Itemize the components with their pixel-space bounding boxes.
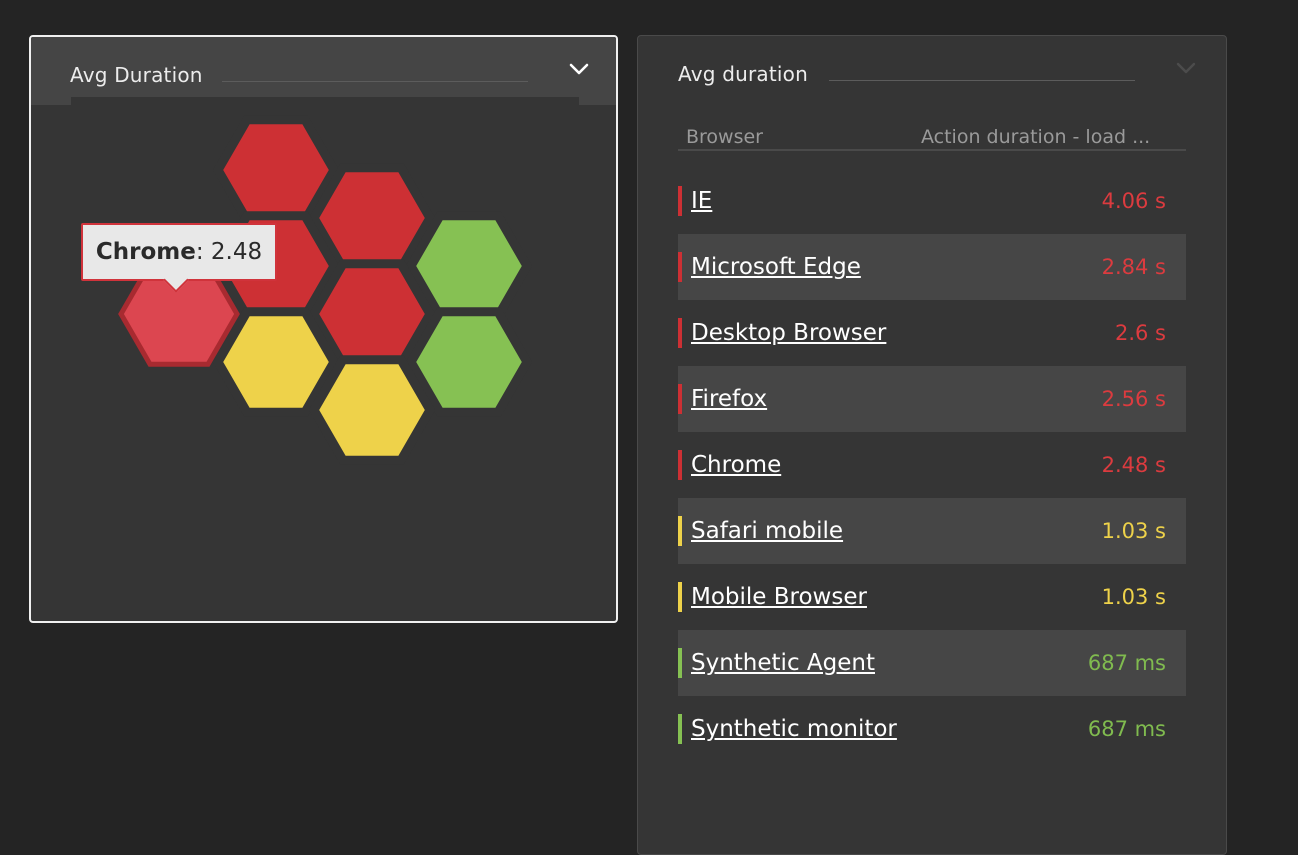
table-row[interactable]: Synthetic Agent 687 ms [678,630,1186,696]
status-indicator [678,450,682,480]
tile-title: Avg duration [678,62,808,86]
duration-value: 2.84 s [1101,255,1166,279]
table-row[interactable]: Synthetic monitor 687 ms [678,696,1186,762]
status-indicator [678,648,682,678]
status-indicator [678,582,682,612]
browser-link[interactable]: Chrome [691,432,781,498]
honeycomb-chart [118,115,533,465]
status-indicator [678,318,682,348]
browser-link[interactable]: Microsoft Edge [691,234,861,300]
status-indicator [678,252,682,282]
table-row[interactable]: Firefox 2.56 s [678,366,1186,432]
browser-link[interactable]: Mobile Browser [691,564,867,630]
browser-link[interactable]: Safari mobile [691,498,843,564]
title-divider [829,80,1135,81]
browser-link[interactable]: Desktop Browser [691,300,886,366]
browser-link[interactable]: Firefox [691,366,767,432]
duration-value: 1.03 s [1101,519,1166,543]
browser-link[interactable]: Synthetic monitor [691,696,897,762]
column-header-duration[interactable]: Action duration - load ... [921,126,1150,148]
status-indicator [678,516,682,546]
duration-value: 2.56 s [1101,387,1166,411]
header-divider [678,149,1186,151]
hex-cell-synthetic-monitor[interactable] [405,307,533,417]
browser-link[interactable]: Synthetic Agent [691,630,875,696]
table-row[interactable]: Mobile Browser 1.03 s [678,564,1186,630]
chevron-down-icon[interactable] [1175,57,1197,79]
table-row[interactable]: Desktop Browser 2.6 s [678,300,1186,366]
hex-tooltip: Chrome: 2.48 [81,223,277,293]
status-indicator [678,384,682,414]
duration-value: 687 ms [1087,717,1166,741]
browser-link[interactable]: IE [691,168,712,234]
tooltip-value: 2.48 [210,239,263,265]
hex-cell-mobile-browser[interactable] [308,355,436,465]
tooltip-label: Chrome [95,239,196,265]
table-row[interactable]: Chrome 2.48 s [678,432,1186,498]
duration-value: 1.03 s [1101,585,1166,609]
status-indicator [678,186,682,216]
duration-value: 2.48 s [1101,453,1166,477]
status-indicator [678,714,682,744]
duration-value: 2.6 s [1114,321,1166,345]
table-row[interactable]: IE 4.06 s [678,168,1186,234]
honeycomb-tile[interactable]: Avg Duration Chrome: 2.48 [29,35,618,623]
duration-value: 4.06 s [1101,189,1166,213]
hex-cell-synthetic-agent[interactable] [405,211,533,321]
table-row[interactable]: Safari mobile 1.03 s [678,498,1186,564]
table-row[interactable]: Microsoft Edge 2.84 s [678,234,1186,300]
column-header-browser[interactable]: Browser [686,126,763,148]
table-tile[interactable]: Avg duration Browser Action duration - l… [637,35,1227,855]
duration-value: 687 ms [1087,651,1166,675]
table-body: IE 4.06 s Microsoft Edge 2.84 s Desktop Brow… [678,168,1186,762]
